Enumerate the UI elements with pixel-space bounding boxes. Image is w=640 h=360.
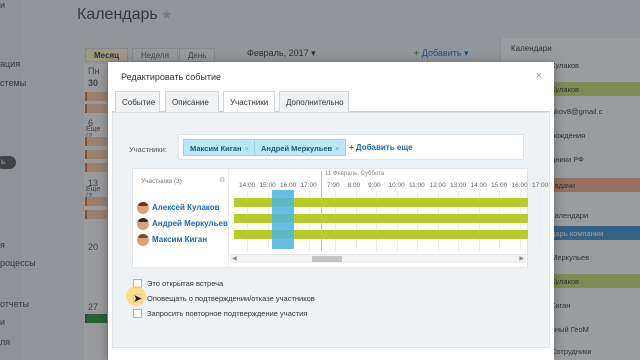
time-tick-label: 11:00 (409, 182, 425, 189)
person-name[interactable]: Алексей Кулаков (152, 203, 220, 212)
person-name[interactable]: Максим Киган (152, 235, 207, 244)
checkbox-label[interactable]: Это открытая встреча (147, 279, 223, 288)
checkbox-label[interactable]: Оповещать о подтверждении/отказе участни… (147, 294, 315, 303)
time-gridline (540, 191, 541, 251)
participants-count: Участники (3) (141, 178, 182, 185)
time-tick-label: 17:00 (532, 182, 549, 189)
avatar (137, 218, 149, 230)
checkbox-label[interactable]: Запросить повторное подтверждение участи… (147, 309, 307, 318)
time-tick-label: 17:00 (300, 182, 317, 189)
tab-participants[interactable]: Участники (223, 91, 275, 113)
time-tick-label: 15:00 (491, 182, 508, 189)
scroll-thumb[interactable] (312, 256, 342, 262)
tab-additional[interactable]: Дополнительно (279, 91, 349, 112)
planner-date: 11 Февраль, Суббота (325, 171, 385, 177)
scroll-right-icon[interactable]: ▶ (519, 255, 524, 262)
time-tick-label: 13:00 (450, 182, 467, 189)
remove-icon[interactable]: × (245, 144, 249, 153)
participants-label: Участники: (129, 145, 167, 154)
avatar (137, 202, 149, 214)
participant-chip[interactable]: Андрей Меркульев × (254, 139, 346, 156)
day-divider (321, 171, 322, 251)
planner-people-column: Участники (3) ⚙ Алексей Кулаков Андрей М… (133, 169, 229, 268)
participants-field[interactable]: Максим Киган × Андрей Меркульев × + Добави… (178, 134, 524, 160)
mouse-pointer-icon: ➤ (133, 293, 143, 305)
time-tick-label: 12:00 (429, 182, 446, 189)
avatar (137, 234, 149, 246)
close-icon[interactable]: × (536, 70, 542, 82)
gear-icon[interactable]: ⚙ (219, 176, 225, 184)
dialog-tabs: Событие Описание Участники Дополнительно (112, 88, 550, 113)
time-tick-label: 9:00 (368, 182, 381, 189)
dialog-title: Редактировать событие (121, 72, 222, 82)
time-tick-label: 10:00 (388, 182, 405, 189)
time-tick-label: 8:00 (347, 182, 361, 189)
time-tick-label: 14:00 (470, 182, 487, 189)
add-participant-link[interactable]: + Добавить еще (349, 143, 413, 152)
time-tick-label: 16:00 (511, 182, 528, 189)
tab-description[interactable]: Описание (165, 91, 219, 112)
scroll-left-icon[interactable]: ◀ (232, 255, 237, 262)
selected-time-slot[interactable] (272, 190, 294, 249)
tab-event[interactable]: Событие (115, 91, 160, 112)
planner-scrollbar[interactable]: ◀ ▶ (230, 254, 526, 263)
reconfirm-checkbox[interactable] (133, 309, 142, 318)
time-tick-label: 14:00 (239, 182, 256, 189)
availability-planner: Участники (3) ⚙ Алексей Кулаков Андрей М… (132, 168, 548, 268)
participant-chip[interactable]: Максим Киган × (183, 139, 255, 156)
time-tick-label: 16:00 (280, 182, 297, 189)
person-name[interactable]: Андрей Меркульев (152, 219, 228, 228)
time-tick-label: 15:00 (259, 182, 276, 189)
remove-icon[interactable]: × (335, 144, 339, 153)
time-tick-label: 7:00 (327, 182, 340, 189)
edit-event-dialog: Редактировать событие × Событие Описание… (108, 62, 554, 360)
